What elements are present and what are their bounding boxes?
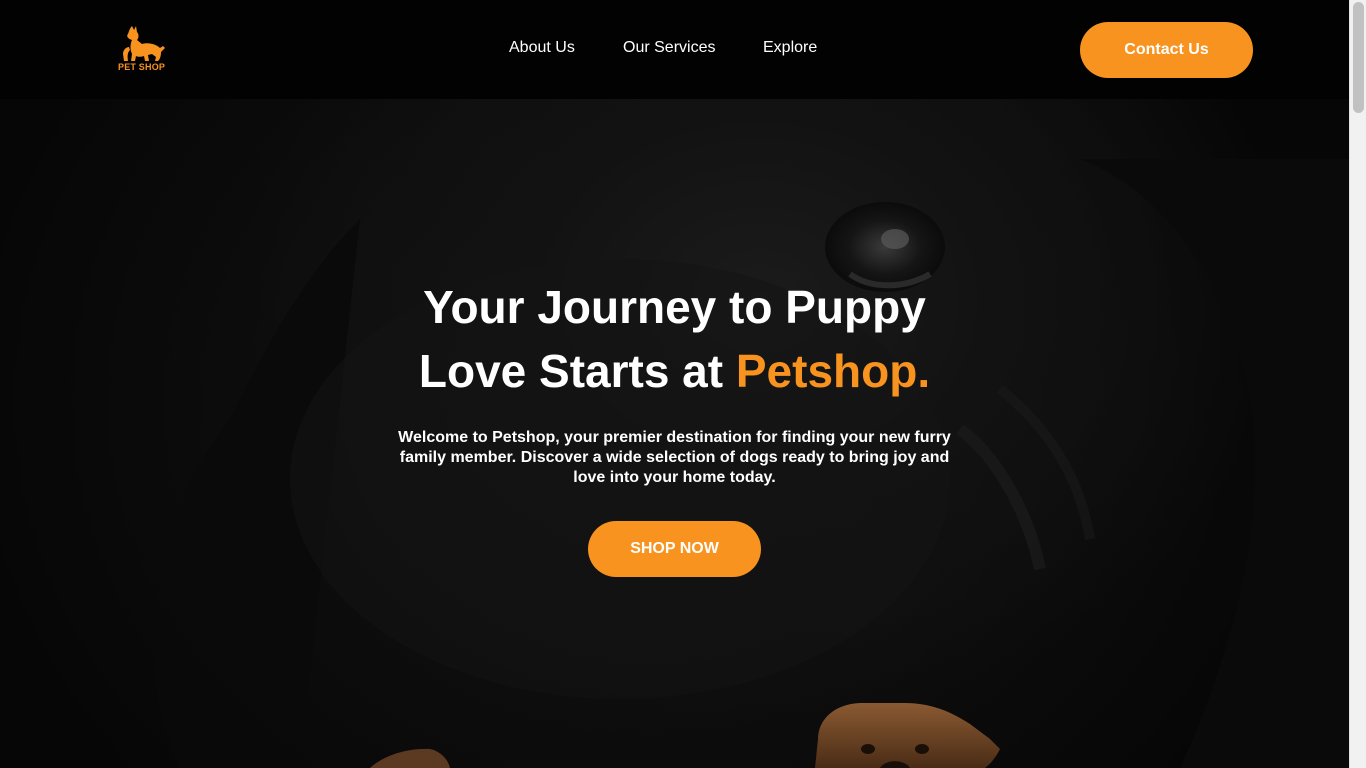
hero-content: Your Journey to Puppy Love Starts at Pet…: [0, 99, 1349, 768]
hero-section: Your Journey to Puppy Love Starts at Pet…: [0, 99, 1349, 768]
hero-title-line2: Love Starts at: [418, 345, 736, 397]
nav-about-us[interactable]: About Us: [509, 39, 575, 57]
logo-text: PET SHOP: [118, 62, 166, 72]
hero-title-line1: Your Journey to Puppy: [423, 281, 926, 333]
navbar: PET SHOP About Us Our Services Explore C…: [0, 0, 1349, 99]
hero-description: Welcome to Petshop, your premier destina…: [398, 429, 951, 486]
nav-explore[interactable]: Explore: [763, 39, 817, 57]
nav-our-services[interactable]: Our Services: [623, 39, 715, 57]
hero-title-highlight: Petshop.: [735, 345, 931, 397]
contact-us-button[interactable]: Contact Us: [1080, 22, 1253, 78]
hero-title: Your Journey to Puppy Love Starts at Pet…: [0, 275, 1349, 403]
page-scrollbar[interactable]: [1349, 0, 1366, 768]
scrollbar-thumb[interactable]: [1353, 2, 1364, 113]
shop-now-button[interactable]: SHOP NOW: [588, 521, 761, 577]
